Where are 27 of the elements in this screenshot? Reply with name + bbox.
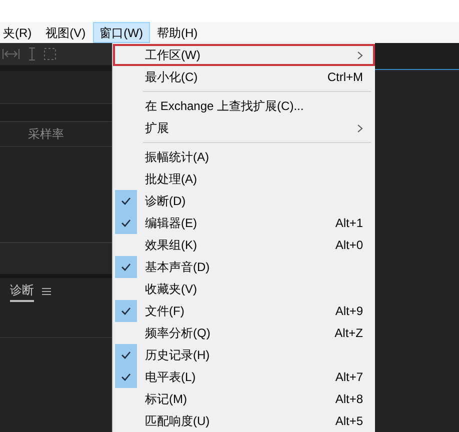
- menu-item[interactable]: 振幅统计(A): [113, 146, 375, 168]
- menu-item[interactable]: 收藏夹(V): [113, 278, 375, 300]
- fit-width-icon[interactable]: [2, 49, 20, 59]
- menu-icon[interactable]: [42, 288, 51, 295]
- menu-item[interactable]: 频率分析(Q) Alt+Z: [113, 322, 375, 344]
- menu-item[interactable]: 历史记录(H): [113, 344, 375, 366]
- menu-bar-item[interactable]: 视图(V): [38, 22, 93, 43]
- menu-item[interactable]: 效果组(K) Alt+0: [113, 234, 375, 256]
- menu-item[interactable]: 批处理(A): [113, 168, 375, 190]
- menu-item[interactable]: 匹配响度(U) Alt+5: [113, 410, 375, 432]
- menu-item[interactable]: 编辑器(E) Alt+1: [113, 212, 375, 234]
- menu-item[interactable]: 电平表(L) Alt+7: [113, 366, 375, 388]
- marquee-select-icon[interactable]: [44, 48, 56, 60]
- column-header: 采样率: [28, 126, 64, 143]
- menu-bar-item[interactable]: 窗口(W): [92, 22, 150, 43]
- menu-bar-item[interactable]: 夹(R): [0, 22, 39, 43]
- menu-item[interactable]: 标记(M) Alt+8: [113, 388, 375, 410]
- menu-item[interactable]: 工作区(W): [113, 44, 375, 66]
- menu-bar-item[interactable]: 帮助(H): [150, 22, 205, 43]
- menu-item[interactable]: 文件(F) Alt+9: [113, 300, 375, 322]
- menu-item[interactable]: 基本声音(D): [113, 256, 375, 278]
- menu-item[interactable]: 诊断(D): [113, 190, 375, 212]
- text-cursor-icon[interactable]: [28, 47, 36, 61]
- menu-item[interactable]: 最小化(C) Ctrl+M: [113, 66, 375, 88]
- menu-item[interactable]: 在 Exchange 上查找扩展(C)...: [113, 95, 375, 117]
- menu-item[interactable]: 扩展: [113, 117, 375, 139]
- panel-tab[interactable]: 诊断: [10, 281, 34, 302]
